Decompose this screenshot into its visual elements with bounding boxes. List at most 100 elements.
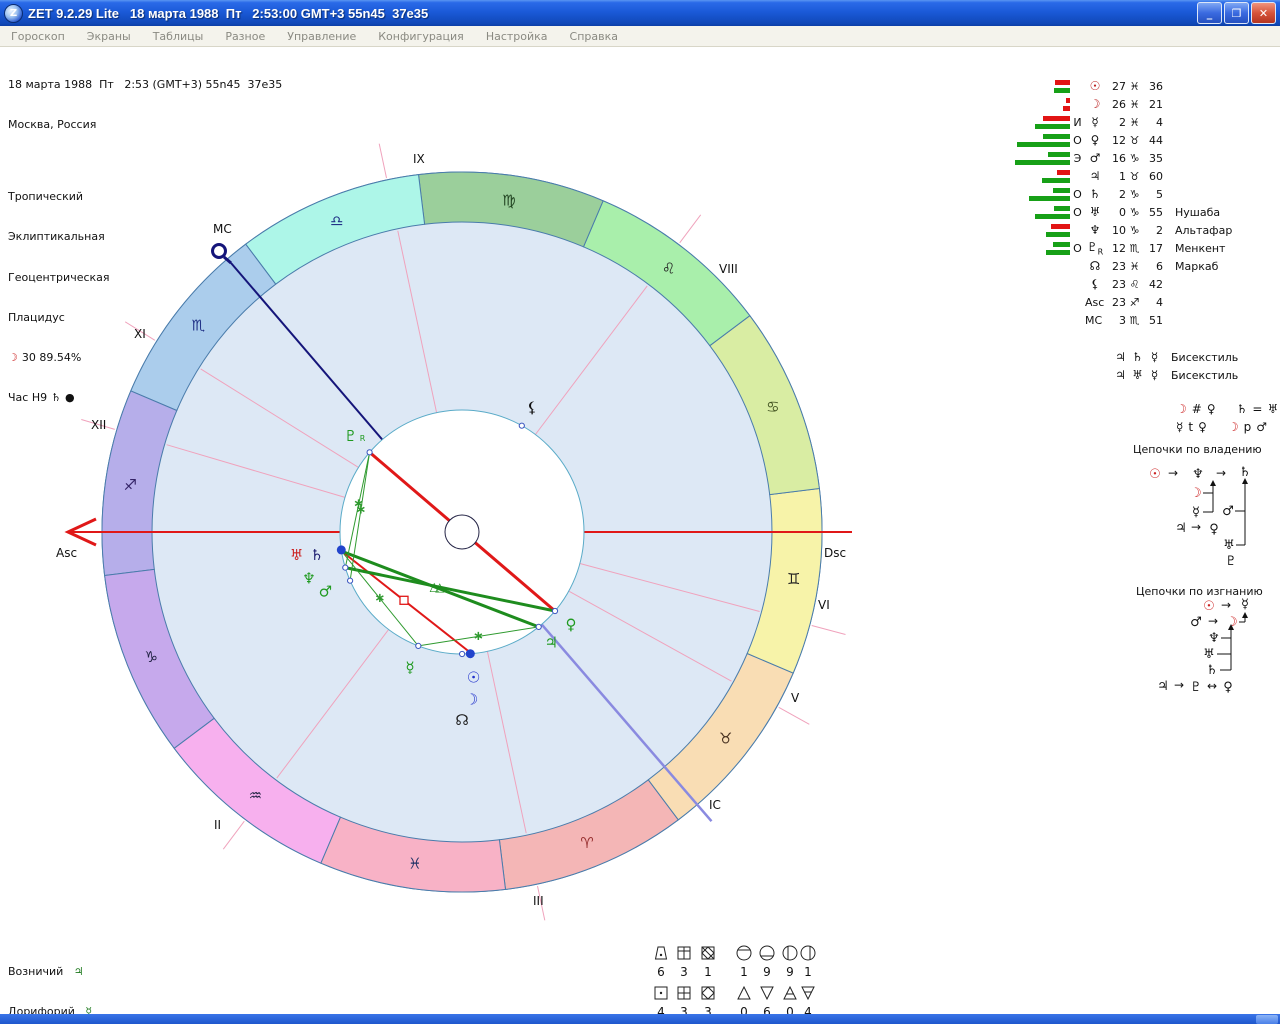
mercury-icon[interactable]: ☿ [405,658,414,676]
triangle-up-bar-icon [784,987,796,999]
strength-bar-green [1053,188,1070,193]
chain-planet-icon: ♀ [1223,680,1233,695]
strength-bar-red [1063,106,1070,111]
dsc-label: Dsc [824,546,846,560]
element-distribution-tables: 63143319910604 [645,938,830,1022]
sign-icon: ♏ [1126,242,1143,255]
chain-planet-icon: ☽ [1190,486,1202,501]
strength-bar-green [1017,142,1070,147]
minute-value: 51 [1143,314,1163,327]
taskbar[interactable] [0,1014,1280,1024]
planet-table-row: MC3♏51 [1008,311,1232,329]
declination-aspect-row: ☿t♀☽p♂ [1176,418,1280,436]
planet-table-row: Asc23♐4 [1008,293,1232,311]
strength-bar-red [1055,80,1070,85]
asc-label: Asc [56,546,77,560]
chain-planet-icon: ♀ [1209,522,1219,537]
degree-value: 0 [1105,206,1126,219]
planet-glyph-icon: ♄ [1085,187,1105,201]
minute-value: 42 [1143,278,1163,291]
planet-table-row: О♅0♑55Нушаба [1008,203,1232,221]
sign-icon: ♑ [1126,206,1143,219]
tray-icon[interactable] [1256,1015,1278,1024]
declination-token: t [1188,420,1193,434]
planet-position-table: ☉27♓36☽26♓21И☿2♓4О♀12♉44Э♂16♑35♃1♉60О♄2♑… [1008,77,1232,329]
planet-glyph-icon: ♅ [1085,205,1105,219]
degree-value: 12 [1105,242,1126,255]
distribution-count: 6 [657,965,665,979]
square-diamond-icon [702,987,714,999]
svg-text:→: → [1208,614,1218,628]
strength-bar-green [1029,196,1070,201]
degree-value: 3 [1105,314,1126,327]
chain-planet-icon: ♄ [1239,465,1251,480]
square-aspect-icon [400,596,408,604]
sign-icon: ♓ [1126,98,1143,111]
house-label-XI: XI [134,327,146,341]
mercury-position-dot [416,643,421,648]
declination-token: ♅ [1267,402,1278,416]
chain-planet-icon: ♅ [1203,647,1215,662]
planet-glyph-icon: ☽ [1085,97,1105,111]
svg-text:→: → [1191,520,1201,534]
aries-icon: ♈ [580,834,593,852]
declination-token: ♄ [1237,402,1248,416]
neptune-icon[interactable]: ♆ [302,570,315,588]
fixed-star-name: Менкент [1175,242,1225,255]
planet-glyph-icon: ♆ [1085,223,1105,237]
chain-planet-icon: ♂ [1190,615,1202,630]
bottom-info-block: Возничий ♃ Дорифорий ☿ Альмутен карты ♃ … [8,939,476,1024]
degree-value: 26 [1105,98,1126,111]
circle-top-chord-icon [737,946,751,960]
declination-token: ♂ [1256,420,1267,434]
pluto-icon[interactable]: ♇ [344,427,357,445]
planet-glyph-icon: ♅ [1129,368,1146,382]
strength-bar-green [1015,160,1070,165]
mc-label: MC [213,222,232,236]
quad-grid-top-icon [678,947,690,959]
uranus-icon[interactable]: ♅ [290,546,303,564]
distribution-count: 3 [680,965,688,979]
quad-trapezoid-dot-icon [656,947,667,959]
strength-bar-green [1043,134,1070,139]
planet-glyph-icon: ☿ [1146,350,1163,364]
lilith-position-dot [519,423,524,428]
sign-icon: ♌ [1126,278,1143,291]
degree-value: 2 [1105,116,1126,129]
sign-icon: ♉ [1126,134,1143,147]
strength-bar-green [1042,178,1070,183]
configuration-name: Бисекстиль [1171,369,1238,382]
triangle-up-icon [738,987,750,999]
declination-aspect-row: ☽#♀♄=♅ [1176,400,1280,418]
moon-icon[interactable]: ☽ [465,691,478,709]
planet-table-row: ☽26♓21 [1008,95,1232,113]
sun-icon[interactable]: ☉ [467,669,480,687]
strength-bar-green [1054,206,1070,211]
square-cross-icon [678,987,690,999]
node-icon[interactable]: ☊ [455,711,468,729]
sextile-aspect-icon: ∗ [473,629,484,644]
quad-diamond-hatch-icon [702,947,714,959]
strength-bar-green [1046,250,1070,255]
asc-label: Asc [1085,296,1105,309]
saturn-icon[interactable]: ♄ [310,546,323,564]
sign-icon: ♑ [1126,152,1143,165]
strength-bar-green [1035,214,1070,219]
dignity-letter: И [1070,116,1085,129]
fixed-star-name: Маркаб [1175,260,1218,273]
configuration-name: Бисекстиль [1171,351,1238,364]
sign-icon: ♓ [1126,80,1143,93]
mars-icon[interactable]: ♂ [319,583,332,601]
declination-token: p [1244,420,1252,434]
chain-planet-icon: ☉ [1149,467,1161,482]
svg-text:↔: ↔ [1207,679,1217,693]
lilith-icon[interactable]: ⚸ [527,398,538,416]
strength-bar-green [1048,152,1070,157]
venus-icon[interactable]: ♀ [566,616,577,634]
jupiter-icon[interactable]: ♃ [544,634,557,652]
sign-icon: ♏ [1126,314,1143,327]
planet-glyph-icon: ♇R [1085,240,1105,256]
libra-icon: ♎ [330,212,343,230]
minute-value: 35 [1143,152,1163,165]
dignity-letter: О [1070,134,1085,147]
